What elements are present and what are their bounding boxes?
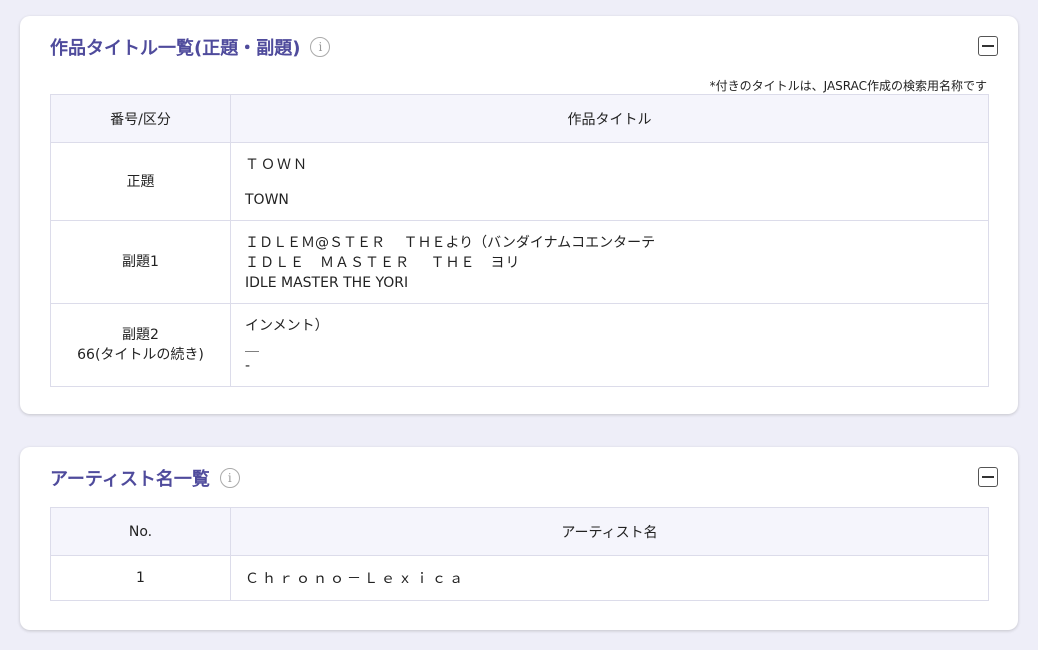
- title-line: インメント）: [245, 318, 329, 334]
- info-icon[interactable]: i: [310, 37, 331, 57]
- works-heading: 作品タイトル一覧(正題・副題) i: [50, 34, 331, 60]
- artist-name: Ｃｈｒｏｎｏ－Ｌｅｘｉｃａ: [230, 555, 989, 601]
- artists-title: アーティスト名一覧: [50, 469, 210, 490]
- search-name-note: *付きのタイトルは、JASRAC作成の検索用名称です: [709, 79, 987, 93]
- row-titles: ＴＯＷＮ TOWN: [230, 142, 989, 221]
- title-line: TOWN: [245, 192, 289, 208]
- column-header-title: 作品タイトル: [230, 94, 989, 143]
- collapse-icon[interactable]: [978, 36, 998, 56]
- row-kind: 副題1: [50, 220, 231, 304]
- info-icon[interactable]: i: [219, 468, 240, 488]
- works-panel: 作品タイトル一覧(正題・副題) i *付きのタイトルは、JASRAC作成の検索用…: [20, 16, 1018, 414]
- artists-table: No. アーティスト名 1 Ｃｈｒｏｎｏ－Ｌｅｘｉｃａ: [50, 507, 989, 601]
- collapse-icon[interactable]: [978, 467, 998, 487]
- title-line: IDLE MASTER THE YORI: [245, 275, 409, 291]
- column-header-kind: 番号/区分: [50, 94, 231, 143]
- row-titles: インメント） ＿ -: [230, 303, 989, 387]
- row-titles: ＩＤＬＥＭ@ＳＴＥＲ ＴＨＥより（バンダイナムコエンターテ ＩＤＬＥ ＭＡＳＴＥ…: [230, 220, 989, 304]
- title-line: ＩＤＬＥＭ@ＳＴＥＲ ＴＨＥより（バンダイナムコエンターテ: [245, 235, 656, 251]
- title-line: -: [245, 358, 251, 374]
- artists-heading: アーティスト名一覧 i: [50, 465, 240, 491]
- title-line: ＿: [245, 338, 259, 354]
- artists-panel: アーティスト名一覧 i No. アーティスト名 1 Ｃｈｒｏｎｏ－Ｌｅｘｉｃａ: [20, 447, 1018, 630]
- title-line: ＴＯＷＮ: [245, 157, 309, 173]
- title-line: ＩＤＬＥ ＭＡＳＴＥＲ ＴＨＥ ヨリ: [245, 255, 521, 271]
- artist-no: 1: [50, 555, 231, 601]
- table-row: 副題2 66(タイトルの続き) インメント） ＿ -: [50, 303, 989, 387]
- works-title: 作品タイトル一覧(正題・副題): [50, 38, 301, 59]
- row-kind: 副題2 66(タイトルの続き): [50, 303, 231, 387]
- table-row: 1 Ｃｈｒｏｎｏ－Ｌｅｘｉｃａ: [50, 555, 989, 601]
- row-kind: 正題: [50, 142, 231, 221]
- works-table: 番号/区分 作品タイトル 正題 ＴＯＷＮ TOWN 副題1 ＩＤＬＥＭ@ＳＴＥＲ: [50, 94, 989, 387]
- column-header-no: No.: [50, 507, 231, 556]
- table-row: 副題1 ＩＤＬＥＭ@ＳＴＥＲ ＴＨＥより（バンダイナムコエンターテ ＩＤＬＥ Ｍ…: [50, 220, 989, 304]
- column-header-artist: アーティスト名: [230, 507, 989, 556]
- table-row: 正題 ＴＯＷＮ TOWN: [50, 142, 989, 221]
